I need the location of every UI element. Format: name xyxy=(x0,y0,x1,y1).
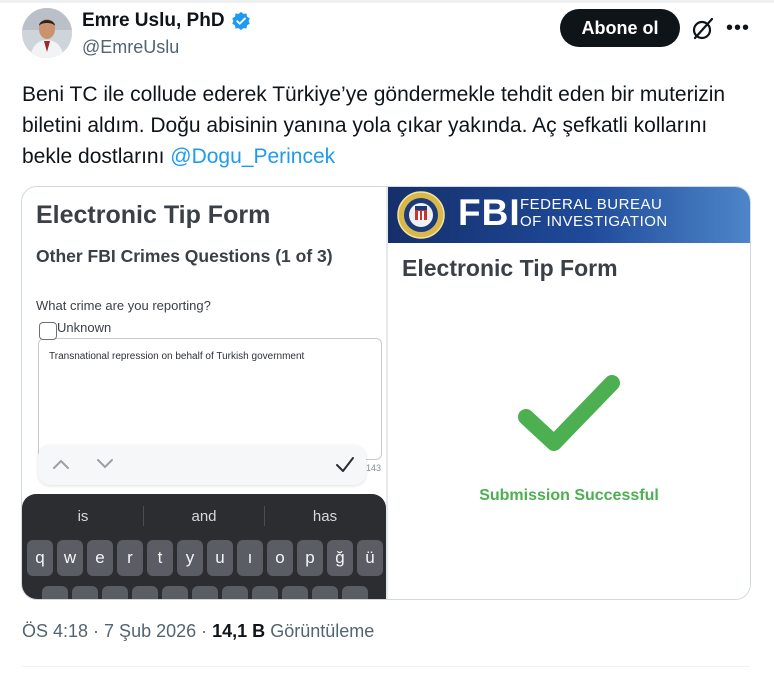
keyboard-key-partial xyxy=(282,586,308,599)
keyboard-key: ğ xyxy=(327,540,353,576)
keyboard-suggestion: and xyxy=(191,508,217,525)
tweet-media[interactable]: Electronic Tip Form Other FBI Crimes Que… xyxy=(21,186,751,600)
views-count: 14,1 B xyxy=(212,621,266,641)
keyboard-key: u xyxy=(207,540,233,576)
follow-button[interactable]: Abone ol xyxy=(560,9,680,47)
unknown-checkbox xyxy=(39,322,57,340)
crime-textarea: Transnational repression on behalf of Tu… xyxy=(38,338,382,460)
tweet-text: Beni TC ile collude ederek Türkiye’ye gö… xyxy=(22,79,742,172)
keyboard-key: q xyxy=(27,540,53,576)
keyboard-key-partial xyxy=(312,586,338,599)
form-subtitle: Other FBI Crimes Questions (1 of 3) xyxy=(36,246,333,266)
chevron-down-icon xyxy=(97,459,113,469)
submission-success-text: Submission Successful xyxy=(479,487,659,504)
keyboard-key: o xyxy=(267,540,293,576)
chevron-up-icon xyxy=(53,459,69,469)
keyboard-key-partial xyxy=(222,586,248,599)
top-divider xyxy=(0,0,774,3)
tip-form-title: Electronic Tip Form xyxy=(36,201,271,229)
onscreen-keyboard: is and has q w e r t y u ı o p ğ ü xyxy=(22,494,386,599)
keyboard-key: w xyxy=(57,540,83,576)
meta-separator: · xyxy=(93,621,100,641)
display-name[interactable]: Emre Uslu, PhD xyxy=(82,10,225,32)
keyboard-key: ı xyxy=(237,540,263,576)
avatar[interactable] xyxy=(22,8,72,58)
keyboard-key-partial xyxy=(192,586,218,599)
char-count: 143 xyxy=(366,463,382,473)
fbi-seal-icon xyxy=(397,191,445,239)
keyboard-key-partial xyxy=(342,586,368,599)
avatar-image xyxy=(22,8,72,58)
keyboard-key-partial xyxy=(162,586,188,599)
success-check-icon xyxy=(518,375,620,451)
tweet-metadata: ÖS 4:18 · 7 Şub 2026 · 14,1 B Görüntülem… xyxy=(22,621,374,642)
keyboard-key: p xyxy=(297,540,323,576)
keyboard-key-partial xyxy=(132,586,158,599)
keyboard-key: y xyxy=(177,540,203,576)
keyboard-suggestion: has xyxy=(312,508,338,525)
keyboard-accessory-bar xyxy=(38,445,366,485)
question-label: What crime are you reporting? xyxy=(36,298,211,313)
keyboard-suggestion: is xyxy=(77,508,89,525)
grok-icon[interactable] xyxy=(690,16,716,42)
keyboard-key: t xyxy=(147,540,173,576)
keyboard-key-partial xyxy=(72,586,98,599)
views-label: Görüntüleme xyxy=(270,621,375,641)
textarea-value: Transnational repression on behalf of Tu… xyxy=(49,351,305,362)
fbi-banner-line1: FEDERAL BUREAU xyxy=(520,196,663,213)
verified-badge-icon xyxy=(231,11,250,31)
keyboard-key-partial xyxy=(102,586,128,599)
keyboard-key: ü xyxy=(357,540,383,576)
tip-form-title: Electronic Tip Form xyxy=(402,255,618,281)
fbi-banner: FBI FEDERAL BUREAU OF INVESTIGATION xyxy=(388,187,750,243)
more-options-icon[interactable]: ••• xyxy=(726,14,750,42)
mention-link[interactable]: @Dogu_Perincek xyxy=(170,145,335,168)
done-check-icon xyxy=(336,457,354,472)
media-image-left[interactable]: Electronic Tip Form Other FBI Crimes Que… xyxy=(22,187,386,599)
tweet-time[interactable]: ÖS 4:18 xyxy=(22,621,88,642)
keyboard-key-partial xyxy=(252,586,278,599)
unknown-label: Unknown xyxy=(57,320,112,335)
author-name-row[interactable]: Emre Uslu, PhD xyxy=(82,10,251,32)
user-handle[interactable]: @EmreUslu xyxy=(82,37,179,58)
tweet-date[interactable]: 7 Şub 2026 xyxy=(104,621,196,642)
media-image-right[interactable]: FBI FEDERAL BUREAU OF INVESTIGATION Elec… xyxy=(388,187,750,599)
fbi-logo-letters: FBI xyxy=(458,192,521,233)
keyboard-key: r xyxy=(117,540,143,576)
bottom-divider xyxy=(22,666,750,667)
fbi-banner-line2: OF INVESTIGATION xyxy=(520,213,668,230)
tweet-body: Beni TC ile collude ederek Türkiye’ye gö… xyxy=(22,83,726,168)
keyboard-key-partial xyxy=(42,586,68,599)
meta-separator: · xyxy=(201,621,208,641)
keyboard-key: e xyxy=(87,540,113,576)
